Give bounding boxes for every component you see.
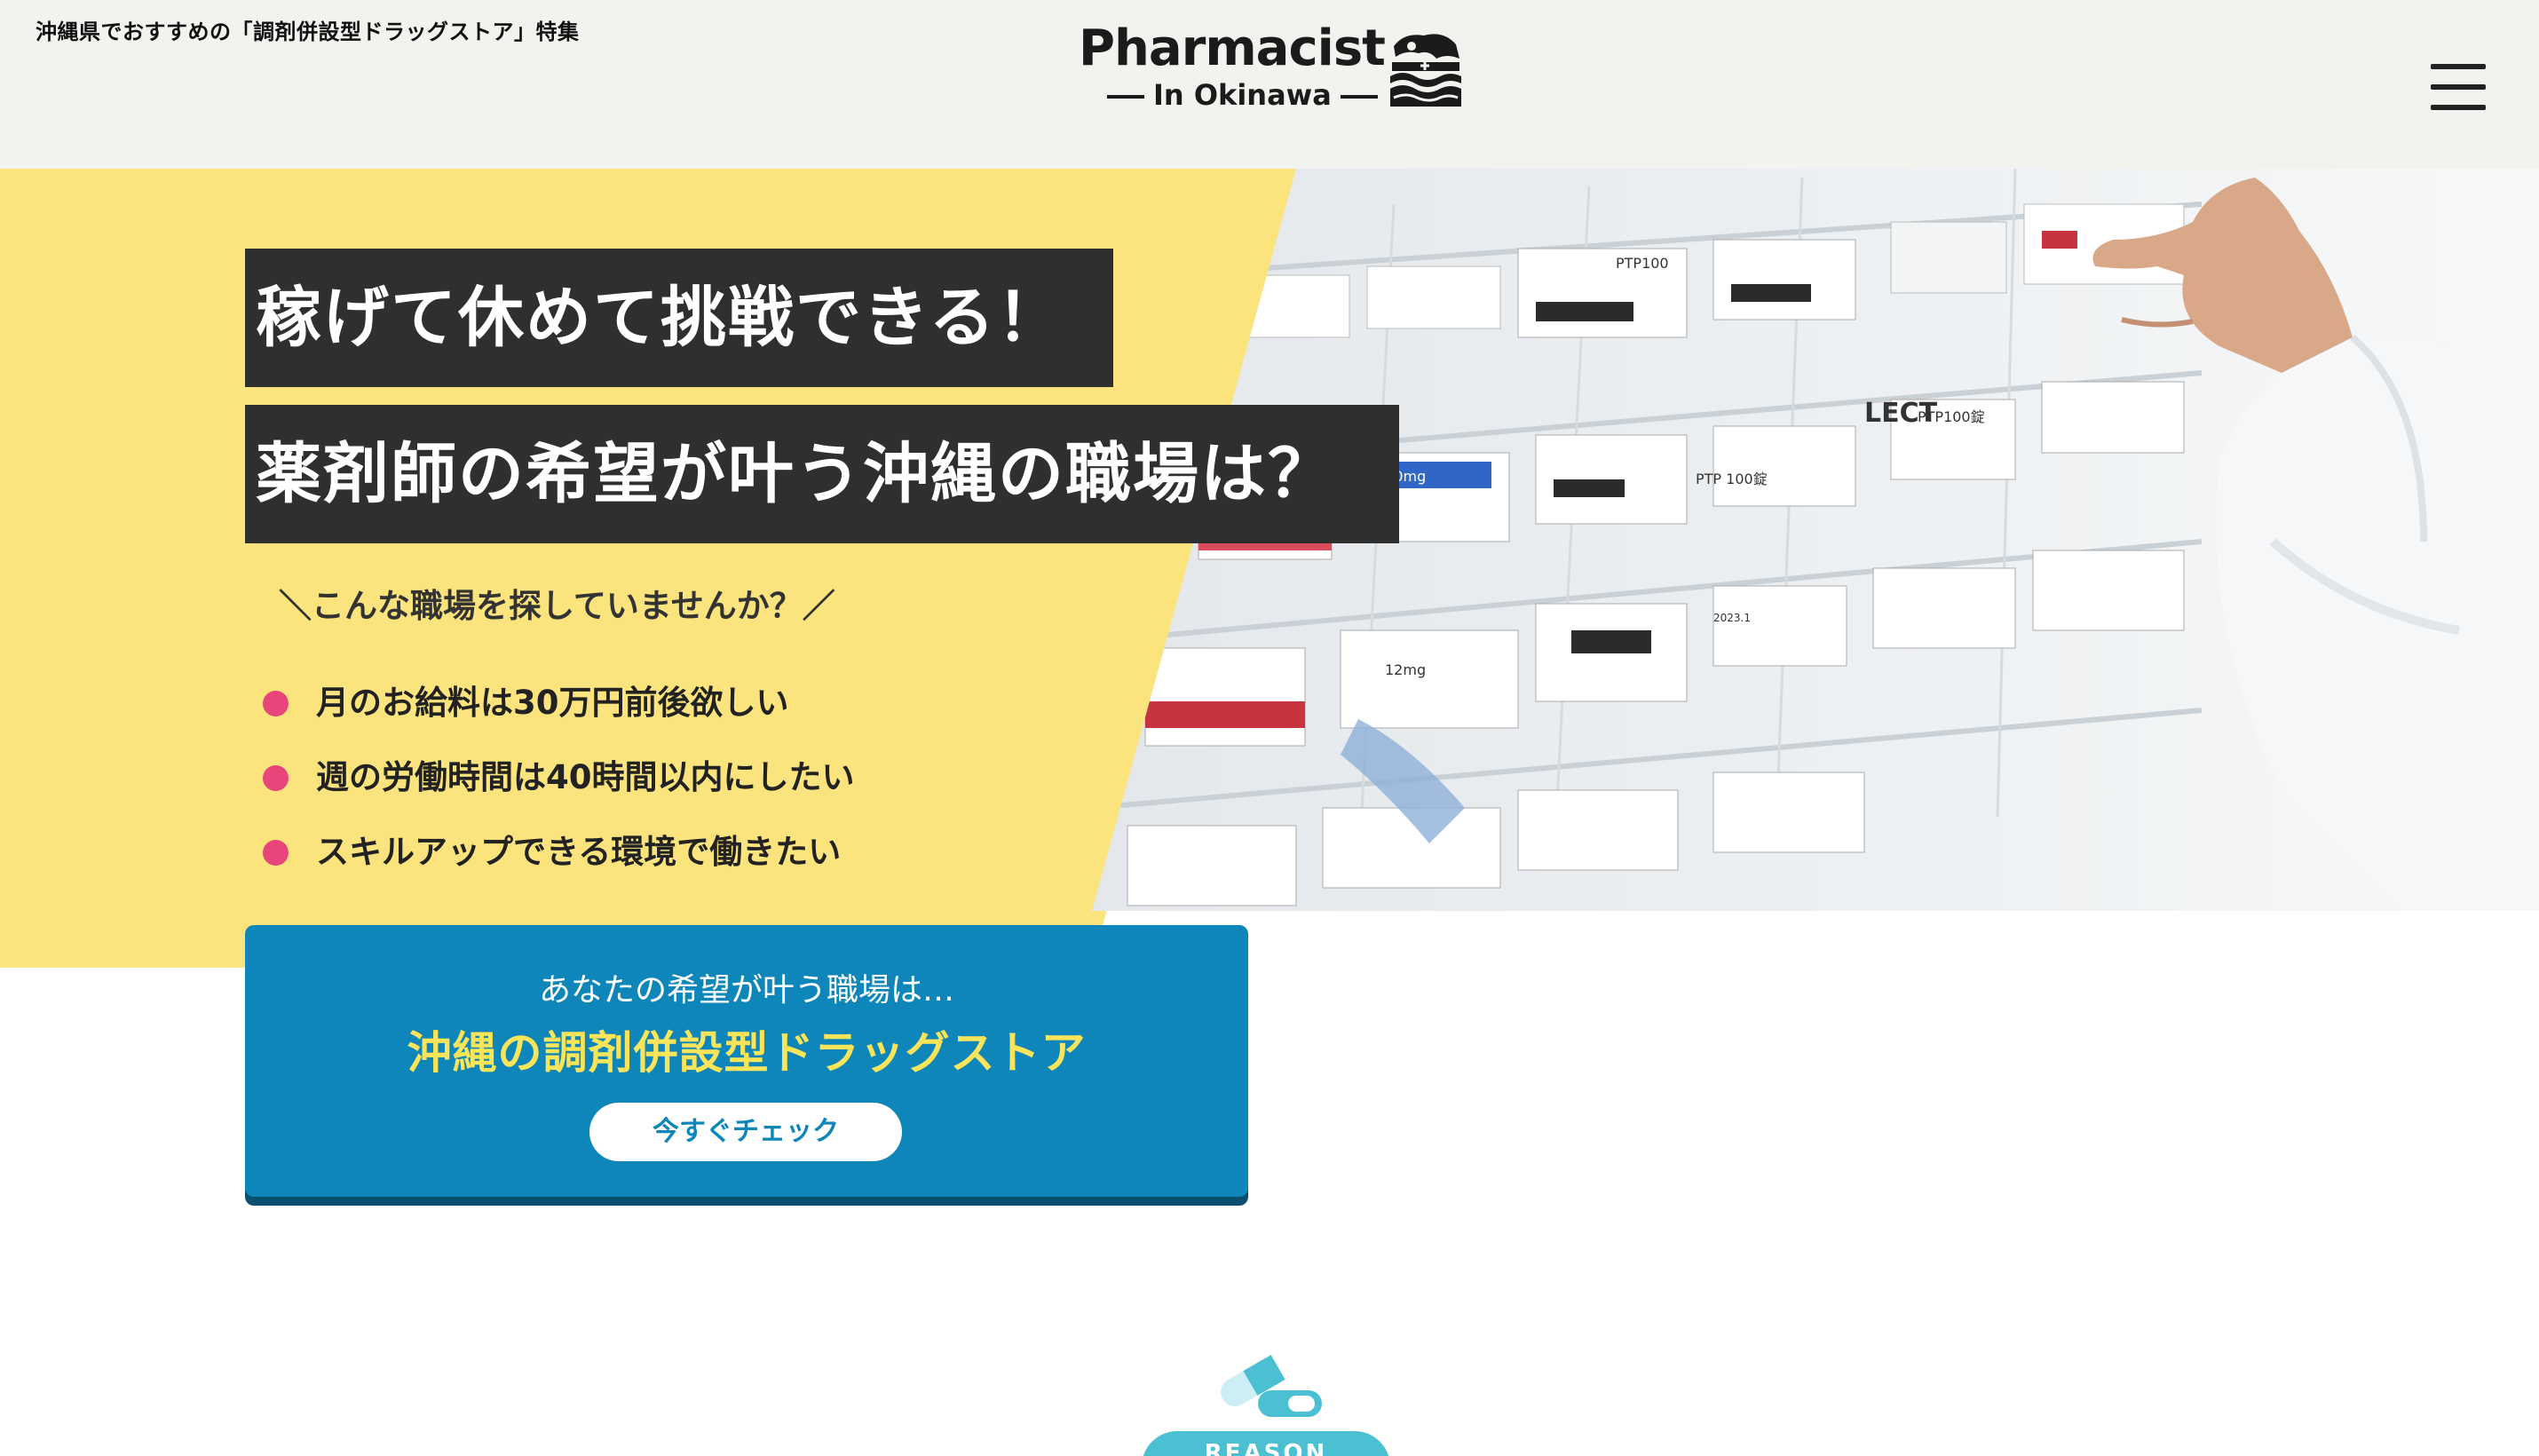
logo-subtitle: In Okinawa — [1098, 78, 1387, 112]
logo-subtitle-text: In Okinawa — [1153, 78, 1332, 112]
wish-text: 月のお給料は30万円前後欲しい — [316, 684, 789, 722]
hero-question: ＼こんな職場を探していませんか？／ — [279, 587, 835, 625]
reason-badge: REASON — [1142, 1431, 1390, 1456]
site-logo[interactable]: Pharmacist In Okinawa — [1079, 20, 1469, 117]
wish-item-salary: 月のお給料は30万円前後欲しい — [263, 666, 855, 740]
logo-title: Pharmacist — [1079, 20, 1386, 77]
wish-item-skill: スキルアップできる環境で働きたい — [263, 815, 855, 890]
bullet-dot-icon — [263, 691, 289, 716]
wish-text: スキルアップできる環境で働きたい — [316, 833, 842, 871]
bullet-dot-icon — [263, 765, 289, 791]
hero-headline-2: 薬剤師の希望が叶う沖縄の職場は？ — [245, 405, 1399, 543]
shisa-logo-icon — [1385, 27, 1465, 110]
cta-box: あなたの希望が叶う職場は… 沖縄の調剤併設型ドラッグストア 今すぐチェック — [245, 925, 1248, 1197]
cta-main-text: 沖縄の調剤併設型ドラッグストア — [407, 1027, 1087, 1079]
photo-label-date: 2023.1 — [1713, 612, 1751, 624]
wish-text: 週の労働時間は40時間以内にしたい — [316, 758, 855, 796]
wish-item-hours: 週の労働時間は40時間以内にしたい — [263, 740, 855, 815]
wish-list: 月のお給料は30万円前後欲しい 週の労働時間は40時間以内にしたい スキルアップ… — [263, 666, 855, 890]
photo-label-12mg: 12mg — [1385, 661, 1426, 678]
cta-lead-text: あなたの希望が叶う職場は… — [538, 972, 954, 1009]
hamburger-menu-icon[interactable] — [2431, 64, 2486, 110]
site-tagline: 沖縄県でおすすめの「調剤併設型ドラッグストア」特集 — [36, 20, 580, 44]
hero-section: PTP100 PTP 100錠 PTP100錠 100mg LECT 2023.… — [0, 169, 2539, 968]
check-now-button[interactable]: 今すぐチェック — [589, 1103, 902, 1161]
photo-label-ptp1: PTP100 — [1616, 255, 1669, 272]
bullet-dot-icon — [263, 840, 289, 866]
capsule-pills-icon — [1221, 1355, 1322, 1417]
photo-label-lect: LECT — [1864, 398, 1938, 429]
hero-headline-1: 稼げて休めて挑戦できる！ — [245, 249, 1113, 387]
site-header: 沖縄県でおすすめの「調剤併設型ドラッグストア」特集 Pharmacist In … — [0, 0, 2539, 169]
photo-label-ptp2: PTP 100錠 — [1696, 471, 1768, 487]
